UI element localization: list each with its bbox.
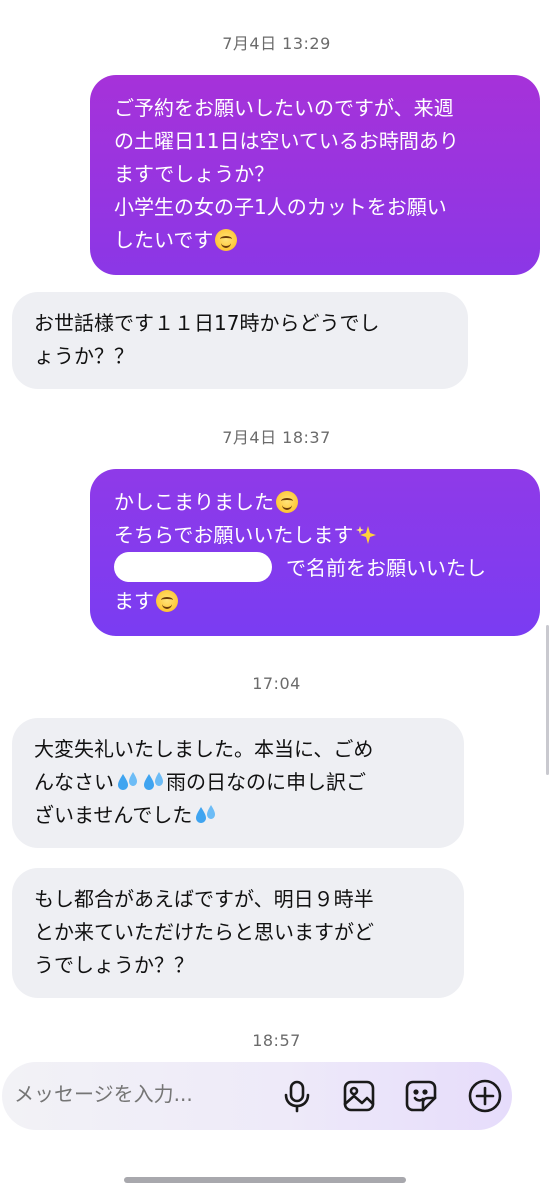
microphone-icon[interactable]: [278, 1077, 316, 1115]
message-line: の土曜日11日は空いているお時間あり: [114, 129, 459, 153]
message-line: かしこまりました: [114, 490, 274, 514]
message-line: ますでしょうか？: [114, 162, 275, 186]
sticker-icon[interactable]: [402, 1077, 440, 1115]
redacted-name: [114, 552, 272, 582]
timestamp: 7月4日 13:29: [222, 34, 331, 53]
message-line: そちらでお願いいたします: [114, 523, 354, 547]
incoming-message[interactable]: もし都合があえばですが、明日９時半 とか来ていただけたらと思いますがど うでしょ…: [12, 868, 464, 998]
outgoing-message[interactable]: ご予約をお願いしたいのですが、来週 の土曜日11日は空いているお時間あり ますで…: [90, 75, 540, 275]
scrollbar[interactable]: [546, 625, 549, 775]
message-line: もし都合があえばですが、明日９時半: [34, 887, 374, 911]
timestamp: 17:04: [252, 674, 301, 693]
timestamp: 18:57: [252, 1031, 301, 1050]
incoming-message[interactable]: 大変失礼いたしました。本当に、ごめ んなさい 雨の日なのに申し訳ご ざいませんでし…: [12, 718, 464, 848]
message-line: ます: [114, 589, 154, 613]
message-line: 大変失礼いたしました。本当に、ごめ: [34, 737, 374, 761]
message-line: んなさい: [34, 770, 114, 794]
timestamp: 7月4日 18:37: [222, 428, 331, 447]
outgoing-message[interactable]: かしこまりました そちらでお願いいたします で名前をお願いいたし ます: [90, 469, 540, 636]
image-icon[interactable]: [340, 1077, 378, 1115]
sweat-droplets-icon: [142, 771, 166, 793]
message-line: ざいませんでした: [34, 803, 193, 827]
message-line: で名前をお願いいたし: [286, 556, 486, 580]
message-line: したいです: [114, 228, 214, 252]
smiling-face-icon: [156, 590, 178, 612]
sweat-droplets-icon: [194, 804, 218, 826]
incoming-message[interactable]: お世話様です１１日17時からどうでし ょうか？？: [12, 292, 468, 389]
message-line: ょうか？？: [34, 344, 134, 368]
sweat-droplets-icon: [116, 771, 140, 793]
smiling-face-icon: [276, 491, 298, 513]
home-indicator[interactable]: [124, 1177, 406, 1183]
smiling-face-icon: [215, 229, 238, 251]
message-composer: [2, 1062, 512, 1130]
message-line: 小学生の女の子1人のカットをお願い: [114, 195, 447, 219]
add-icon[interactable]: [466, 1077, 504, 1115]
message-input[interactable]: [14, 1082, 274, 1106]
message-line: うでしょうか？？: [34, 953, 194, 977]
message-line: とか来ていただけたらと思いますがど: [34, 920, 374, 944]
message-line: 雨の日なのに申し訳ご: [166, 770, 366, 794]
message-line: ご予約をお願いしたいのですが、来週: [114, 96, 454, 120]
message-line: お世話様です１１日17時からどうでし: [34, 311, 380, 335]
sparkles-icon: [355, 524, 377, 546]
